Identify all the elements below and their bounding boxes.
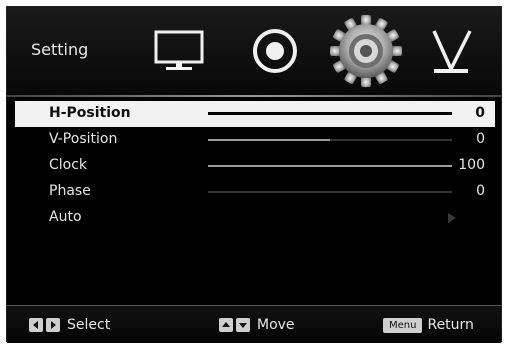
setting-phase[interactable]: Phase 0: [15, 179, 495, 205]
move-label: Move: [257, 317, 295, 333]
select-label: Select: [67, 317, 111, 333]
setting-label: H-Position: [49, 105, 131, 121]
setting-clock[interactable]: Clock 100: [15, 153, 495, 179]
menu-header: Setting: [7, 7, 501, 95]
clock-slider[interactable]: [208, 165, 452, 167]
slider-fill: [208, 112, 330, 115]
footer-move-hint: Move: [219, 317, 295, 333]
left-arrow-key-icon: [29, 318, 43, 332]
setting-v-position[interactable]: V-Position 0: [15, 127, 495, 153]
slider-fill: [208, 139, 330, 141]
header-title: Setting: [31, 40, 89, 59]
setting-value: 0: [475, 105, 485, 121]
h-position-slider[interactable]: [208, 112, 452, 115]
setting-value: 100: [458, 157, 485, 173]
setting-label: Auto: [49, 209, 82, 225]
v-position-slider[interactable]: [208, 139, 452, 141]
speaker-icon[interactable]: [239, 15, 311, 87]
up-arrow-key-icon: [219, 318, 233, 332]
settings-list: H-Position 0 V-Position 0 Clock 100 Phas…: [15, 101, 495, 231]
antenna-icon[interactable]: [415, 15, 487, 87]
setting-label: Phase: [49, 183, 91, 199]
slider-fill: [208, 165, 452, 167]
footer-return-hint: Menu Return: [383, 317, 474, 333]
phase-slider[interactable]: [208, 191, 452, 193]
tv-icon[interactable]: [143, 15, 215, 87]
menu-footer: Select Move Menu Return: [7, 306, 501, 343]
setting-h-position[interactable]: H-Position 0: [15, 101, 495, 127]
setting-label: V-Position: [49, 131, 118, 147]
play-arrow-icon[interactable]: [448, 213, 456, 223]
setting-label: Clock: [49, 157, 88, 173]
osd-menu: Setting H-Position 0 V-Position 0 Clock …: [6, 6, 502, 343]
footer-select-hint: Select: [29, 317, 110, 333]
down-arrow-key-icon: [236, 318, 250, 332]
setting-value: 0: [476, 183, 485, 199]
gear-icon[interactable]: [325, 10, 407, 92]
return-label: Return: [427, 317, 474, 333]
right-arrow-key-icon: [46, 318, 60, 332]
menu-key: Menu: [383, 317, 423, 333]
setting-auto[interactable]: Auto: [15, 205, 495, 231]
header-divider: [7, 95, 501, 97]
setting-value: 0: [476, 131, 485, 147]
